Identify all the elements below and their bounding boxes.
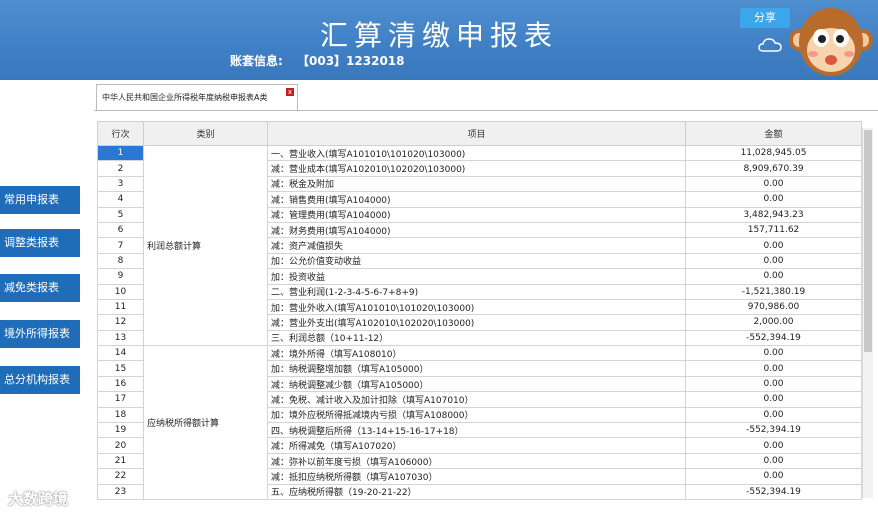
- item-cell: 加：营业外收入(填写A101010\101020\103000): [267, 298, 686, 316]
- share-button[interactable]: 分享: [740, 8, 790, 28]
- item-cell: 减：税金及附加: [267, 175, 686, 193]
- item-cell: 加：纳税调整增加额（填写A105000）: [267, 360, 686, 377]
- row-number: 11: [97, 298, 144, 316]
- amount-cell[interactable]: -552,394.19: [685, 422, 862, 439]
- amount-cell[interactable]: 0.00: [685, 252, 862, 270]
- close-icon[interactable]: x: [286, 88, 294, 96]
- amount-cell[interactable]: 0.00: [685, 175, 862, 193]
- table-row[interactable]: 1 利润总额计算 一、营业收入(填写A101010\101020\103000) 11…: [97, 144, 862, 347]
- scrollbar-thumb[interactable]: [864, 130, 872, 352]
- amount-cell[interactable]: 0.00: [685, 452, 862, 470]
- row-number: 10: [97, 283, 144, 300]
- amount-cell[interactable]: 0.00: [685, 360, 862, 377]
- row-number: 13: [97, 329, 144, 347]
- amount-cell[interactable]: 970,986.00: [685, 298, 862, 316]
- nav-overseas-income-reports[interactable]: 境外所得报表: [0, 320, 80, 348]
- row-number: 4: [97, 191, 144, 208]
- row-number: 1: [97, 144, 144, 162]
- row-number: 17: [97, 391, 144, 408]
- row-number: 18: [97, 406, 144, 424]
- account-value: 【003】1232018: [297, 54, 405, 68]
- account-info: 账套信息: 【003】1232018: [230, 52, 405, 69]
- item-cell: 减：资产减值损失: [267, 237, 686, 254]
- row-number: 3: [97, 175, 144, 193]
- col-header-category: 类别: [143, 121, 268, 146]
- item-cell: 加：投资收益: [267, 268, 686, 285]
- amount-cell[interactable]: 0.00: [685, 391, 862, 408]
- row-number: 20: [97, 437, 144, 454]
- row-number: 19: [97, 422, 144, 439]
- item-cell: 二、营业利润(1-2-3-4-5-6-7+8+9): [267, 283, 686, 300]
- amount-cell[interactable]: -552,394.19: [685, 483, 862, 500]
- amount-cell[interactable]: 11,028,945.05: [685, 144, 862, 162]
- amount-cell[interactable]: 2,000.00: [685, 314, 862, 331]
- row-number: 2: [97, 160, 144, 177]
- nav-reduction-reports[interactable]: 减免类报表: [0, 274, 80, 302]
- amount-cell[interactable]: 0.00: [685, 191, 862, 208]
- row-number: 9: [97, 268, 144, 285]
- row-number: 6: [97, 221, 144, 239]
- item-cell: 减：营业外支出(填写A102010\102020\103000): [267, 314, 686, 331]
- item-cell: 减：免税、减计收入及加计扣除（填写A107010）: [267, 391, 686, 408]
- item-cell: 一、营业收入(填写A101010\101020\103000): [267, 144, 686, 162]
- amount-cell[interactable]: 0.00: [685, 345, 862, 362]
- nav-common-reports[interactable]: 常用申报表: [0, 186, 80, 214]
- app-header: 汇算清缴申报表 账套信息: 【003】1232018 分享: [0, 0, 878, 80]
- item-cell: 减：营业成本(填写A102010\102020\103000): [267, 160, 686, 177]
- table-row[interactable]: 14 应纳税所得额计算 减：境外所得（填写A108010） 0.00: [97, 345, 862, 500]
- item-cell: 加：境外应税所得抵减境内亏损（填写A108000）: [267, 406, 686, 424]
- item-cell: 减：纳税调整减少额（填写A105000）: [267, 375, 686, 393]
- col-header-item: 项目: [267, 121, 686, 146]
- vertical-scrollbar[interactable]: [862, 128, 873, 498]
- item-cell: 减：管理费用(填写A104000): [267, 206, 686, 223]
- row-number: 16: [97, 375, 144, 393]
- item-cell: 减：弥补以前年度亏损（填写A106000）: [267, 452, 686, 470]
- row-number: 22: [97, 468, 144, 485]
- item-cell: 减：抵扣应纳税所得额（填写A107030）: [267, 468, 686, 485]
- col-header-row-no: 行次: [97, 121, 144, 146]
- tab-label: 中华人民共和国企业所得税年度纳税申报表A类: [102, 93, 268, 102]
- cloud-icon: [758, 38, 782, 52]
- row-number: 15: [97, 360, 144, 377]
- watermark: 大数跨境: [8, 490, 69, 508]
- amount-cell[interactable]: 0.00: [685, 468, 862, 485]
- amount-cell[interactable]: 0.00: [685, 237, 862, 254]
- col-header-amount: 金额: [685, 121, 862, 146]
- tax-return-table: 行次 类别 项目 金额 1 利润总额计算 一、营业收入(填写A101010\1010…: [97, 121, 862, 500]
- row-number: 21: [97, 452, 144, 470]
- nav-branch-org-reports[interactable]: 总分机构报表: [0, 366, 80, 394]
- row-number: 23: [97, 483, 144, 500]
- item-cell: 减：境外所得（填写A108010）: [267, 345, 686, 362]
- amount-cell[interactable]: -552,394.19: [685, 329, 862, 347]
- amount-cell[interactable]: 3,482,943.23: [685, 206, 862, 223]
- category-cell: 利润总额计算: [143, 144, 268, 347]
- account-label: 账套信息:: [230, 54, 283, 68]
- amount-cell[interactable]: 8,909,670.39: [685, 160, 862, 177]
- nav-adjustment-reports[interactable]: 调整类报表: [0, 229, 80, 257]
- amount-cell[interactable]: 0.00: [685, 268, 862, 285]
- amount-cell[interactable]: -1,521,380.19: [685, 283, 862, 300]
- row-number: 5: [97, 206, 144, 223]
- item-cell: 加：公允价值变动收益: [267, 252, 686, 270]
- amount-cell[interactable]: 0.00: [685, 406, 862, 424]
- item-cell: 减：财务费用(填写A104000): [267, 221, 686, 239]
- item-cell: 五、应纳税所得额（19-20-21-22）: [267, 483, 686, 500]
- monkey-mascot-icon: [789, 8, 873, 76]
- table-header-row: 行次 类别 项目 金额: [97, 121, 862, 146]
- row-number: 12: [97, 314, 144, 331]
- amount-cell[interactable]: 0.00: [685, 375, 862, 393]
- tab-tax-return-a[interactable]: 中华人民共和国企业所得税年度纳税申报表A类 x: [96, 84, 298, 110]
- row-number: 14: [97, 345, 144, 362]
- item-cell: 三、利润总额（10+11-12）: [267, 329, 686, 347]
- row-number: 7: [97, 237, 144, 254]
- item-cell: 四、纳税调整后所得（13-14+15-16-17+18）: [267, 422, 686, 439]
- category-cell: 应纳税所得额计算: [143, 345, 268, 500]
- item-cell: 减：销售费用(填写A104000): [267, 191, 686, 208]
- amount-cell[interactable]: 157,711.62: [685, 221, 862, 239]
- row-number: 8: [97, 252, 144, 270]
- item-cell: 减：所得减免（填写A107020）: [267, 437, 686, 454]
- amount-cell[interactable]: 0.00: [685, 437, 862, 454]
